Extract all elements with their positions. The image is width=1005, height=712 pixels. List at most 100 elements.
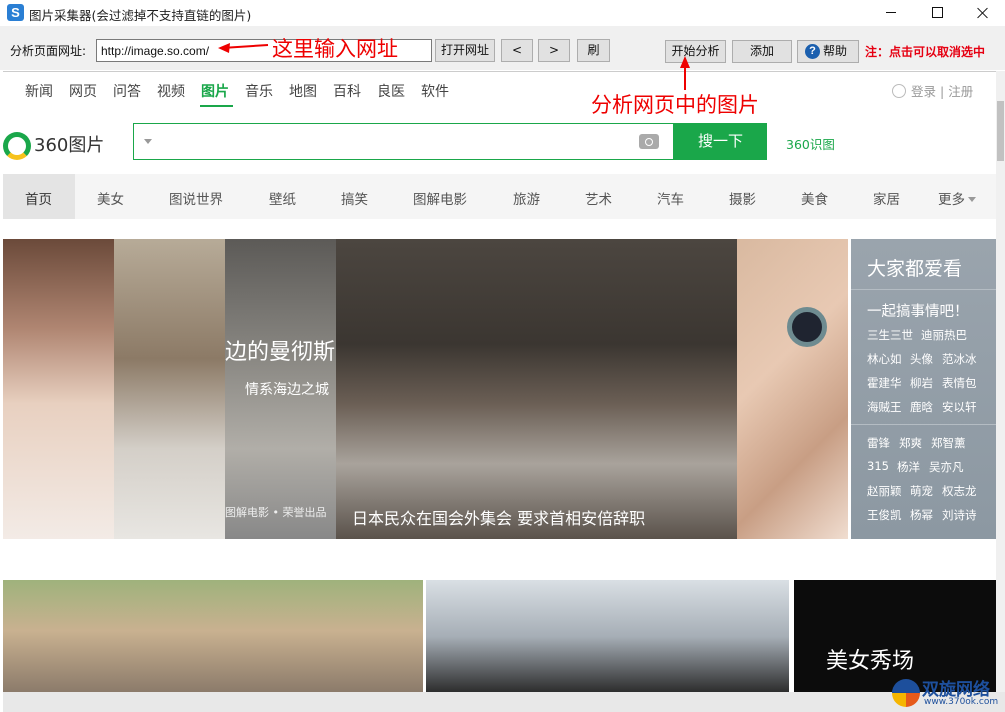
annotation-analyze-hint: 分析网页中的图片 — [591, 93, 759, 117]
scrollbar-thumb[interactable] — [997, 101, 1004, 161]
title-bar: S 图片采集器(会过滤掉不支持直链的图片) — [0, 0, 1005, 26]
maximize-button[interactable] — [914, 0, 960, 26]
deselect-note: 注：点击可以取消选中 — [865, 45, 986, 59]
gallery-tile-landscape[interactable] — [3, 580, 423, 692]
vertical-scrollbar[interactable] — [996, 71, 1005, 692]
category-food[interactable]: 美食 — [801, 188, 828, 208]
popular-tag[interactable]: 萌宠 — [910, 483, 933, 499]
popular-tag[interactable]: 吴亦凡 — [929, 459, 964, 475]
gallery-tile-portrait[interactable] — [426, 580, 789, 692]
horizontal-scrollbar[interactable] — [3, 692, 1005, 712]
category-photo[interactable]: 摄影 — [729, 188, 756, 208]
beauty-show-title: 美女秀场 — [826, 649, 915, 674]
nav-item-qa[interactable]: 问答 — [113, 81, 141, 101]
movie-caption-subtitle: 情系海边之城 — [245, 382, 329, 398]
category-car[interactable]: 汽车 — [657, 188, 684, 208]
site-logo-text[interactable]: 360图片 — [34, 131, 104, 157]
popular-panel: 大家都爱看 一起搞事情吧！ 三生三世 迪丽热巴 林心如 头像 范冰冰 霍建华 柳… — [851, 239, 996, 539]
popular-tag[interactable]: 霍建华 — [867, 375, 902, 391]
refresh-button[interactable]: 刷 — [577, 39, 610, 62]
close-button[interactable] — [960, 0, 1005, 26]
nav-item-images[interactable]: 图片 — [201, 81, 229, 101]
forward-button[interactable]: > — [538, 39, 570, 62]
search-dropdown-icon[interactable] — [144, 139, 152, 144]
gallery-tile-woman[interactable] — [3, 239, 114, 539]
popular-tag[interactable]: 柳岩 — [910, 375, 933, 391]
watermark-logo-icon — [892, 679, 920, 707]
popular-divider-2 — [851, 424, 996, 425]
cat-eye — [787, 307, 827, 347]
category-funny[interactable]: 搞笑 — [341, 188, 368, 208]
login-area: 登录 | 注册 — [892, 81, 973, 100]
category-home-decor[interactable]: 家居 — [873, 188, 900, 208]
category-travel[interactable]: 旅游 — [513, 188, 540, 208]
popular-divider — [851, 289, 996, 290]
category-nav: 首页 美女 图说世界 壁纸 搞笑 图解电影 旅游 艺术 汽车 摄影 美食 家居 … — [3, 174, 996, 219]
image-recognition-link[interactable]: 360识图 — [786, 134, 835, 153]
movie-caption-credit: 图解电影 • 荣誉出品 — [225, 506, 327, 519]
search-button[interactable]: 搜一下 — [674, 123, 767, 160]
category-more-label: 更多 — [938, 192, 965, 208]
nav-item-news[interactable]: 新闻 — [25, 81, 53, 101]
popular-tag[interactable]: 郑智薰 — [931, 435, 966, 451]
popular-subtitle[interactable]: 一起搞事情吧！ — [867, 300, 969, 321]
popular-tag[interactable]: 林心如 — [867, 351, 902, 367]
login-separator: | — [940, 84, 945, 99]
popular-tag[interactable]: 安以轩 — [942, 399, 977, 415]
popular-tag[interactable]: 三生三世 — [867, 327, 913, 343]
nav-item-doctor[interactable]: 良医 — [377, 81, 405, 101]
open-url-button[interactable]: 打开网址 — [435, 39, 495, 62]
nav-item-baike[interactable]: 百科 — [333, 81, 361, 101]
help-icon: ? — [805, 44, 820, 59]
site-top-nav: 新闻 网页 问答 视频 图片 音乐 地图 百科 良医 软件 登录 | 注册 — [3, 72, 996, 108]
popular-tag[interactable]: 范冰冰 — [942, 351, 977, 367]
search-input[interactable] — [133, 123, 674, 160]
app-icon: S — [7, 4, 24, 21]
camera-icon[interactable] — [639, 134, 659, 149]
annotation-url-hint: 这里输入网址 — [272, 37, 398, 61]
nav-item-map[interactable]: 地图 — [289, 81, 317, 101]
back-button[interactable]: < — [501, 39, 533, 62]
nav-item-video[interactable]: 视频 — [157, 81, 185, 101]
nav-item-software[interactable]: 软件 — [421, 81, 449, 101]
popular-tag[interactable]: 表情包 — [942, 375, 977, 391]
category-home[interactable]: 首页 — [25, 188, 52, 208]
popular-tag[interactable]: 杨幂 — [910, 507, 933, 523]
nav-item-web[interactable]: 网页 — [69, 81, 97, 101]
popular-tag[interactable]: 杨洋 — [897, 459, 920, 475]
category-more[interactable]: 更多 — [938, 188, 976, 208]
gallery-tile-movie[interactable]: 边的曼彻斯 情系海边之城 图解电影 • 荣誉出品 — [225, 239, 336, 539]
start-analysis-button[interactable]: 开始分析 — [665, 40, 726, 63]
url-label: 分析页面网址: — [10, 44, 87, 58]
popular-tag[interactable]: 王俊凯 — [867, 507, 902, 523]
category-movie[interactable]: 图解电影 — [413, 188, 467, 208]
logo-icon[interactable] — [3, 132, 31, 160]
gallery-tile-protest[interactable]: 日本民众在国会外集会 要求首相安倍辞职 — [336, 239, 737, 539]
nav-item-music[interactable]: 音乐 — [245, 81, 273, 101]
watermark-url: www.370ok.com — [924, 697, 999, 707]
popular-tag[interactable]: 雷锋 — [867, 435, 890, 451]
category-beauty[interactable]: 美女 — [97, 188, 124, 208]
register-link[interactable]: 注册 — [948, 84, 973, 99]
gallery-tile-elder[interactable] — [114, 239, 225, 539]
minimize-button[interactable] — [868, 0, 914, 26]
popular-tag[interactable]: 头像 — [910, 351, 933, 367]
popular-tag[interactable]: 鹿晗 — [910, 399, 933, 415]
category-world[interactable]: 图说世界 — [169, 188, 223, 208]
gallery-tile-cat[interactable] — [737, 239, 848, 539]
popular-tag[interactable]: 刘诗诗 — [942, 507, 977, 523]
popular-tag[interactable]: 赵丽颖 — [867, 483, 902, 499]
login-link[interactable]: 登录 — [911, 84, 936, 99]
popular-tag[interactable]: 权志龙 — [942, 483, 977, 499]
protest-caption: 日本民众在国会外集会 要求首相安倍辞职 — [352, 509, 646, 528]
category-wallpaper[interactable]: 壁纸 — [269, 188, 296, 208]
app-window: S 图片采集器(会过滤掉不支持直链的图片) 分析页面网址: 打开网址 < > 刷… — [0, 0, 1005, 712]
category-art[interactable]: 艺术 — [585, 188, 612, 208]
popular-tag[interactable]: 迪丽热巴 — [921, 327, 967, 343]
help-button[interactable]: ? 帮助 — [797, 40, 859, 63]
add-button[interactable]: 添加 — [732, 40, 792, 63]
user-icon — [892, 84, 906, 98]
popular-tag[interactable]: 315 — [867, 459, 889, 473]
popular-tag[interactable]: 海贼王 — [867, 399, 902, 415]
popular-tag[interactable]: 郑爽 — [899, 435, 922, 451]
